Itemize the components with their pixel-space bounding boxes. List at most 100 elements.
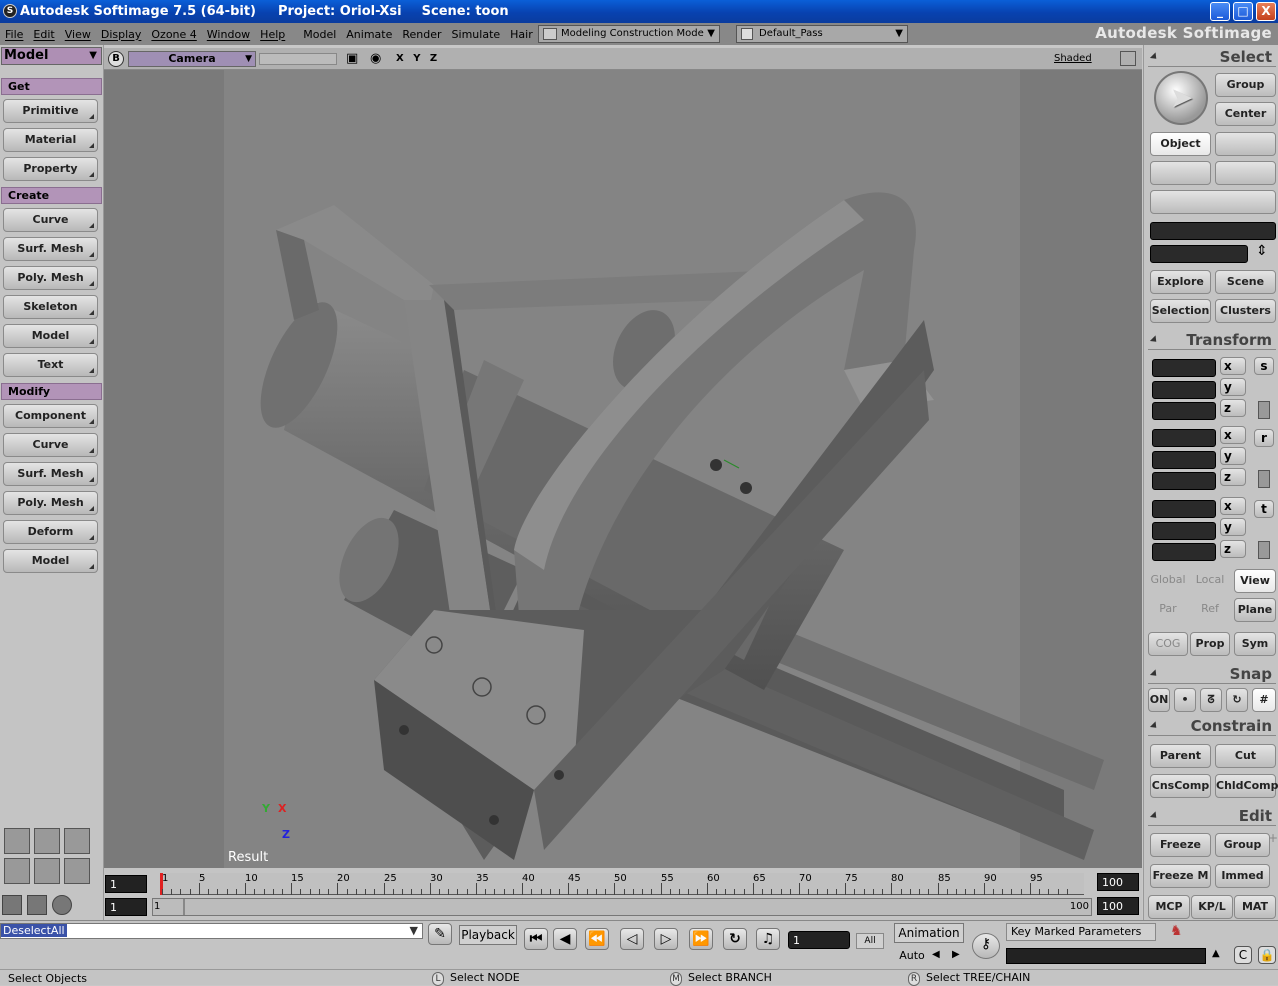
minimize-button[interactable]: _ <box>1210 2 1230 21</box>
scale-x-button[interactable]: x <box>1220 357 1246 375</box>
snap-curve-icon[interactable]: ᘔ <box>1200 688 1222 712</box>
translate-x-button[interactable]: x <box>1220 497 1246 515</box>
menu-ozone[interactable]: Ozone 4 <box>146 28 201 41</box>
play-backward-icon[interactable]: ◁ <box>620 928 644 950</box>
freeze-m-button[interactable]: Freeze M <box>1150 864 1211 888</box>
tab-kpl[interactable]: KP/L <box>1191 895 1233 919</box>
layout-horizontal-icon[interactable] <box>64 858 90 884</box>
chevron-down-icon[interactable]: ▼ <box>408 924 420 938</box>
local-button[interactable]: Local <box>1190 569 1230 593</box>
key-marked-parameters-button[interactable]: Key Marked Parameters <box>1006 923 1156 941</box>
layout-split-icon[interactable] <box>34 828 60 854</box>
immed-button[interactable]: Immed <box>1215 864 1270 888</box>
modify-poly-mesh-button[interactable]: Poly. Mesh <box>3 491 98 515</box>
eye-icon[interactable]: ◉ <box>370 51 381 66</box>
menu-view[interactable]: View <box>60 28 96 41</box>
select-center-button[interactable]: Center <box>1215 102 1276 126</box>
viewport-badge[interactable]: B <box>108 51 124 67</box>
selection-info-field[interactable] <box>1150 245 1248 263</box>
cog-button[interactable]: COG <box>1148 632 1188 656</box>
modify-deform-button[interactable]: Deform <box>3 520 98 544</box>
layout-four-icon[interactable] <box>4 858 30 884</box>
range-handle-left[interactable] <box>183 899 185 915</box>
object-icon[interactable] <box>2 895 22 915</box>
constrain-section-title[interactable]: Constrain <box>1148 716 1276 736</box>
scale-y-button[interactable]: y <box>1220 378 1246 396</box>
playback-menu[interactable]: Playback <box>459 925 517 945</box>
all-button[interactable]: All <box>856 933 884 949</box>
translate-button[interactable]: t <box>1254 500 1274 518</box>
select-filter-dropdown[interactable] <box>1150 190 1276 214</box>
scene-button[interactable]: Scene <box>1215 270 1276 294</box>
menu-simulate[interactable]: Simulate <box>447 28 506 41</box>
cycle-icon[interactable]: C <box>1234 946 1252 964</box>
arrows-icon[interactable]: ⇕ <box>1256 243 1268 259</box>
select-group-button[interactable]: Group <box>1215 73 1276 97</box>
pass-select[interactable]: Default_Pass ▼ <box>736 25 908 43</box>
snap-rotate-icon[interactable]: ↻ <box>1226 688 1248 712</box>
translate-menu-icon[interactable] <box>1258 541 1270 559</box>
edit-group-button[interactable]: Group <box>1215 833 1270 857</box>
previous-key-icon[interactable]: ◀ <box>932 949 940 960</box>
view-button[interactable]: View <box>1234 569 1276 593</box>
parent-button[interactable]: Parent <box>1150 744 1211 768</box>
par-button[interactable]: Par <box>1148 598 1188 622</box>
menu-edit[interactable]: Edit <box>28 28 59 41</box>
script-icon[interactable]: ✎ <box>428 923 452 945</box>
range-slider[interactable]: 1 100 <box>152 898 1092 916</box>
edit-section-title[interactable]: Edit <box>1148 806 1276 826</box>
translate-y-button[interactable]: y <box>1220 518 1246 536</box>
rotate-x-field[interactable] <box>1152 429 1216 447</box>
scale-y-field[interactable] <box>1152 381 1216 399</box>
cnscomp-button[interactable]: CnsComp <box>1150 774 1211 798</box>
menu-animate[interactable]: Animate <box>341 28 397 41</box>
clusters-button[interactable]: Clusters <box>1215 299 1276 323</box>
modify-model-button[interactable]: Model <box>3 549 98 573</box>
select-object-button[interactable]: Object <box>1150 132 1211 156</box>
cut-button[interactable]: Cut <box>1215 744 1276 768</box>
memo-cams[interactable] <box>259 53 337 65</box>
timeline-end-field[interactable]: 100 <box>1097 873 1139 891</box>
translate-z-field[interactable] <box>1152 543 1216 561</box>
snap-point-icon[interactable]: • <box>1174 688 1196 712</box>
translate-x-field[interactable] <box>1152 500 1216 518</box>
close-button[interactable]: X <box>1256 2 1276 21</box>
translate-z-button[interactable]: z <box>1220 540 1246 558</box>
create-skeleton-button[interactable]: Skeleton <box>3 295 98 319</box>
current-frame-field[interactable]: 1 <box>788 931 850 949</box>
menu-display[interactable]: Display <box>96 28 147 41</box>
palette-icon[interactable] <box>52 895 72 915</box>
menu-file[interactable]: File <box>0 28 28 41</box>
rotate-x-button[interactable]: x <box>1220 426 1246 444</box>
play-forward-icon[interactable]: ▷ <box>654 928 678 950</box>
first-frame-icon[interactable]: ⏮ <box>524 928 548 950</box>
get-primitive-button[interactable]: Primitive <box>3 99 98 123</box>
scale-x-field[interactable] <box>1152 359 1216 377</box>
key-icon[interactable]: ⚷ <box>972 933 1000 959</box>
tab-mat[interactable]: MAT <box>1234 895 1276 919</box>
rotate-y-field[interactable] <box>1152 451 1216 469</box>
camera-select[interactable]: Camera ▼ <box>128 51 256 67</box>
translate-y-field[interactable] <box>1152 522 1216 540</box>
menu-hair[interactable]: Hair <box>505 28 538 41</box>
create-surf-mesh-button[interactable]: Surf. Mesh <box>3 237 98 261</box>
layout-three-icon[interactable] <box>34 858 60 884</box>
transform-section-title[interactable]: Transform <box>1148 330 1276 350</box>
plus-icon[interactable]: + <box>1268 831 1278 845</box>
scale-z-field[interactable] <box>1152 402 1216 420</box>
shading-mode[interactable]: Shaded <box>1054 53 1092 64</box>
display-icon[interactable]: ▣ <box>346 51 358 66</box>
sym-button[interactable]: Sym <box>1234 632 1276 656</box>
get-property-button[interactable]: Property <box>3 157 98 181</box>
menu-help[interactable]: Help <box>255 28 290 41</box>
plane-button[interactable]: Plane <box>1234 598 1276 622</box>
snap-grid-icon[interactable]: # <box>1252 688 1276 712</box>
chevron-up-icon[interactable]: ▲ <box>1212 948 1220 959</box>
modify-curve-button[interactable]: Curve <box>3 433 98 457</box>
rotate-menu-icon[interactable] <box>1258 470 1270 488</box>
keyset-field[interactable] <box>1006 948 1206 964</box>
axes-toggle[interactable]: X Y Z <box>396 53 440 64</box>
select-filter-empty-2[interactable] <box>1150 161 1211 185</box>
previous-frame-icon[interactable]: ◀ <box>553 928 577 950</box>
next-key-icon[interactable]: ▶ <box>952 949 960 960</box>
